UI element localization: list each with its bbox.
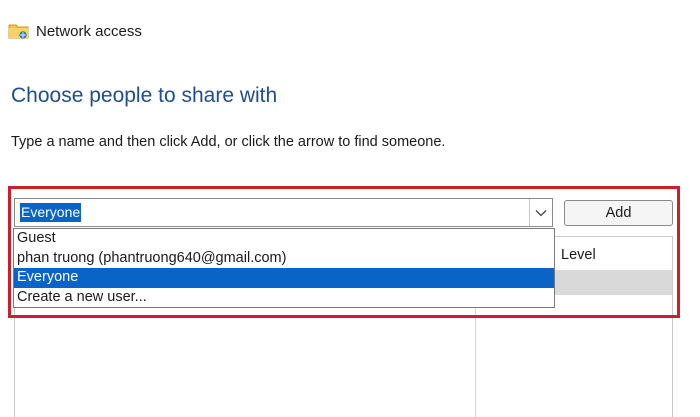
chevron-down-icon[interactable]: [529, 199, 552, 226]
window-title: Network access: [36, 22, 142, 40]
dropdown-item-guest[interactable]: Guest: [14, 229, 554, 249]
dropdown-item-everyone[interactable]: Everyone: [14, 268, 554, 288]
dropdown-item-phan-truong[interactable]: phan truong (phantruong640@gmail.com): [14, 249, 554, 269]
window-titlebar: Network access: [8, 20, 142, 42]
folder-network-icon: [8, 22, 30, 40]
combobox-value[interactable]: Everyone: [20, 203, 82, 222]
name-combobox[interactable]: Everyone: [14, 198, 553, 227]
instruction-text: Type a name and then click Add, or click…: [11, 134, 446, 150]
page-title: Choose people to share with: [11, 84, 278, 107]
level-column-header[interactable]: Level: [561, 247, 596, 263]
dropdown-item-create-user[interactable]: Create a new user...: [14, 288, 554, 308]
user-dropdown-list[interactable]: Guest phan truong (phantruong640@gmail.c…: [13, 228, 555, 308]
add-button[interactable]: Add: [564, 200, 673, 226]
